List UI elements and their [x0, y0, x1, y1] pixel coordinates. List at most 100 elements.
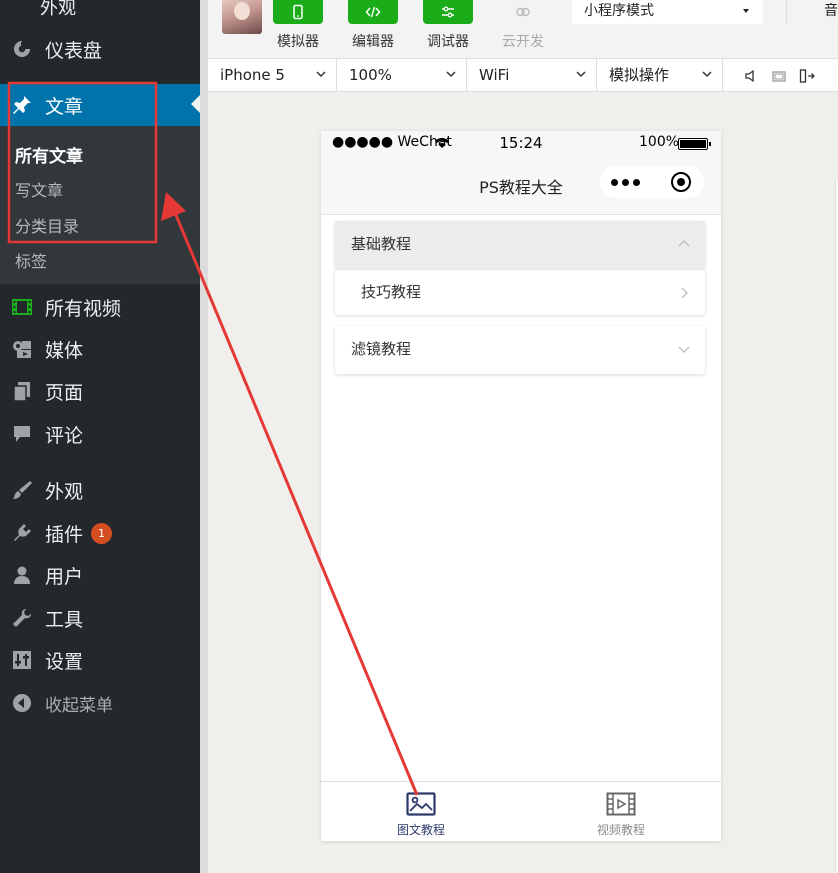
sidebar-item-settings[interactable]: 设置 — [0, 640, 200, 680]
wp-admin-sidebar: 外观 仪表盘 文章 所有文章 写文章 分类目录 标签 所有视频 媒体 页面 评论… — [0, 0, 208, 873]
plugin-icon — [11, 522, 33, 544]
sidebar-item-label: 用户 — [45, 565, 84, 588]
tab-bar: 图文教程 视频教程 — [321, 781, 721, 841]
operation-select[interactable]: 模拟操作 — [597, 59, 723, 92]
battery-percent: 100% — [639, 134, 680, 150]
sidebar-item-dashboard[interactable]: 仪表盘 — [0, 29, 200, 69]
zoom-select[interactable]: 100% — [337, 59, 467, 92]
cloud-dev-button[interactable]: 云开发 — [493, 0, 553, 51]
device-bar: iPhone 5 100% WiFi 模拟操作 — [208, 58, 838, 92]
chevron-down-icon — [678, 346, 690, 353]
chevron-down-icon — [316, 71, 326, 78]
device-select[interactable]: iPhone 5 — [208, 59, 337, 92]
sidebar-item-videos[interactable]: 所有视频 — [0, 287, 200, 327]
tool-label: 调试器 — [427, 34, 469, 50]
chevron-down-icon — [446, 71, 456, 78]
pages-icon — [11, 380, 33, 402]
window-icon[interactable] — [771, 68, 787, 84]
network-select[interactable]: WiFi — [467, 59, 597, 92]
sidebar-item-label: 所有视频 — [45, 297, 122, 320]
phone-status-bar: ●●●●● WeChat 15:24 100% — [321, 131, 721, 155]
sidebar-item-plugins[interactable]: 插件 1 — [0, 513, 200, 553]
sidebar-item-tools[interactable]: 工具 — [0, 598, 200, 638]
debug-icon — [423, 0, 473, 24]
more-icon[interactable] — [611, 178, 640, 186]
video-icon — [606, 792, 636, 816]
chevron-down-icon — [702, 71, 712, 78]
sidebar-item-posts[interactable]: 文章 — [0, 84, 200, 126]
zoom-value: 100% — [349, 66, 392, 84]
panel-header[interactable]: 滤镜教程 — [335, 326, 705, 374]
code-icon — [348, 0, 398, 24]
sidebar-item-label: 工具 — [45, 608, 84, 631]
sidebar-item-label: 页面 — [45, 381, 84, 404]
device-bar-icons — [731, 59, 815, 92]
category-panel-filters: 滤镜教程 — [335, 326, 705, 374]
tool-label: 模拟器 — [277, 34, 319, 50]
chevron-down-icon — [576, 71, 586, 78]
network-value: WiFi — [479, 66, 510, 84]
devtools-toolbar: 模拟器 编辑器 调试器 云开发 小程序模式 音 — [208, 0, 838, 58]
cloud-icon — [498, 0, 548, 24]
media-icon — [11, 338, 33, 360]
detach-icon[interactable] — [799, 68, 815, 84]
sidebar-item-label: 插件 — [45, 523, 84, 546]
sidebar-item-comments[interactable]: 评论 — [0, 414, 200, 454]
sidebar-item-users[interactable]: 用户 — [0, 555, 200, 595]
submenu-item-write-post[interactable]: 写文章 — [15, 177, 63, 201]
wrench-icon — [11, 607, 33, 629]
sidebar-item-appearance[interactable]: 外观 — [0, 470, 200, 510]
tool-label: 编辑器 — [352, 34, 394, 50]
sidebar-item-label: 收起菜单 — [45, 695, 113, 716]
toolbar-cut-label[interactable]: 音 — [824, 0, 838, 20]
editor-button[interactable]: 编辑器 — [343, 0, 403, 51]
collapse-icon — [11, 692, 33, 714]
plugin-update-badge: 1 — [91, 522, 113, 544]
device-value: iPhone 5 — [220, 66, 285, 84]
sidebar-gutter — [200, 0, 208, 873]
pin-icon — [11, 94, 33, 116]
panel-title: 基础教程 — [351, 235, 412, 253]
sidebar-item-label: 仪表盘 — [45, 39, 103, 62]
tab-label: 视频教程 — [596, 823, 645, 837]
sidebar-collapse-menu[interactable]: 收起菜单 — [0, 683, 200, 723]
tab-video-tutorials[interactable]: 视频教程 — [521, 782, 721, 842]
film-icon — [11, 296, 33, 318]
compile-mode-value: 小程序模式 — [584, 3, 654, 19]
speaker-icon[interactable] — [743, 68, 759, 84]
sidebar-item-label: 评论 — [45, 424, 84, 447]
posts-submenu: 所有文章 写文章 分类目录 标签 — [0, 126, 200, 284]
panel-title: 滤镜教程 — [351, 340, 412, 358]
debugger-button[interactable]: 调试器 — [418, 0, 478, 51]
compile-mode-select[interactable]: 小程序模式 — [572, 0, 763, 24]
comment-icon — [11, 423, 33, 445]
battery-icon — [678, 138, 711, 150]
submenu-item-categories[interactable]: 分类目录 — [15, 213, 79, 237]
sidebar-item-label: 文章 — [45, 95, 84, 118]
user-icon — [11, 564, 33, 586]
settings-icon — [11, 649, 33, 671]
sidebar-item-label: 媒体 — [45, 339, 84, 362]
miniprogram-capsule — [600, 166, 704, 198]
submenu-item-tags[interactable]: 标签 — [15, 248, 47, 272]
phone-simulator: ●●●●● WeChat 15:24 100% PS教程大全 基础教程 技巧教程… — [321, 131, 721, 841]
operation-value: 模拟操作 — [609, 66, 670, 84]
dashboard-icon — [11, 38, 33, 60]
miniprogram-nav-bar: PS教程大全 — [321, 155, 721, 215]
phone-icon — [273, 0, 323, 24]
submenu-item-all-posts[interactable]: 所有文章 — [15, 142, 83, 167]
sidebar-item-pages[interactable]: 页面 — [0, 371, 200, 411]
panel-row-tips[interactable]: 技巧教程 — [335, 269, 705, 315]
category-panel-basic: 基础教程 技巧教程 — [335, 221, 705, 315]
sidebar-item-label: 设置 — [45, 650, 84, 673]
tab-image-tutorials[interactable]: 图文教程 — [321, 782, 521, 842]
panel-header[interactable]: 基础教程 — [335, 221, 705, 269]
toolbar-divider — [786, 0, 787, 24]
sidebar-item-media[interactable]: 媒体 — [0, 329, 200, 369]
tool-label: 云开发 — [502, 34, 544, 50]
user-avatar[interactable] — [222, 0, 262, 34]
close-target-icon[interactable] — [671, 172, 691, 192]
caret-down-icon — [743, 9, 749, 13]
sidebar-top-cut-label: 外观 — [40, 0, 76, 19]
simulator-button[interactable]: 模拟器 — [268, 0, 328, 51]
